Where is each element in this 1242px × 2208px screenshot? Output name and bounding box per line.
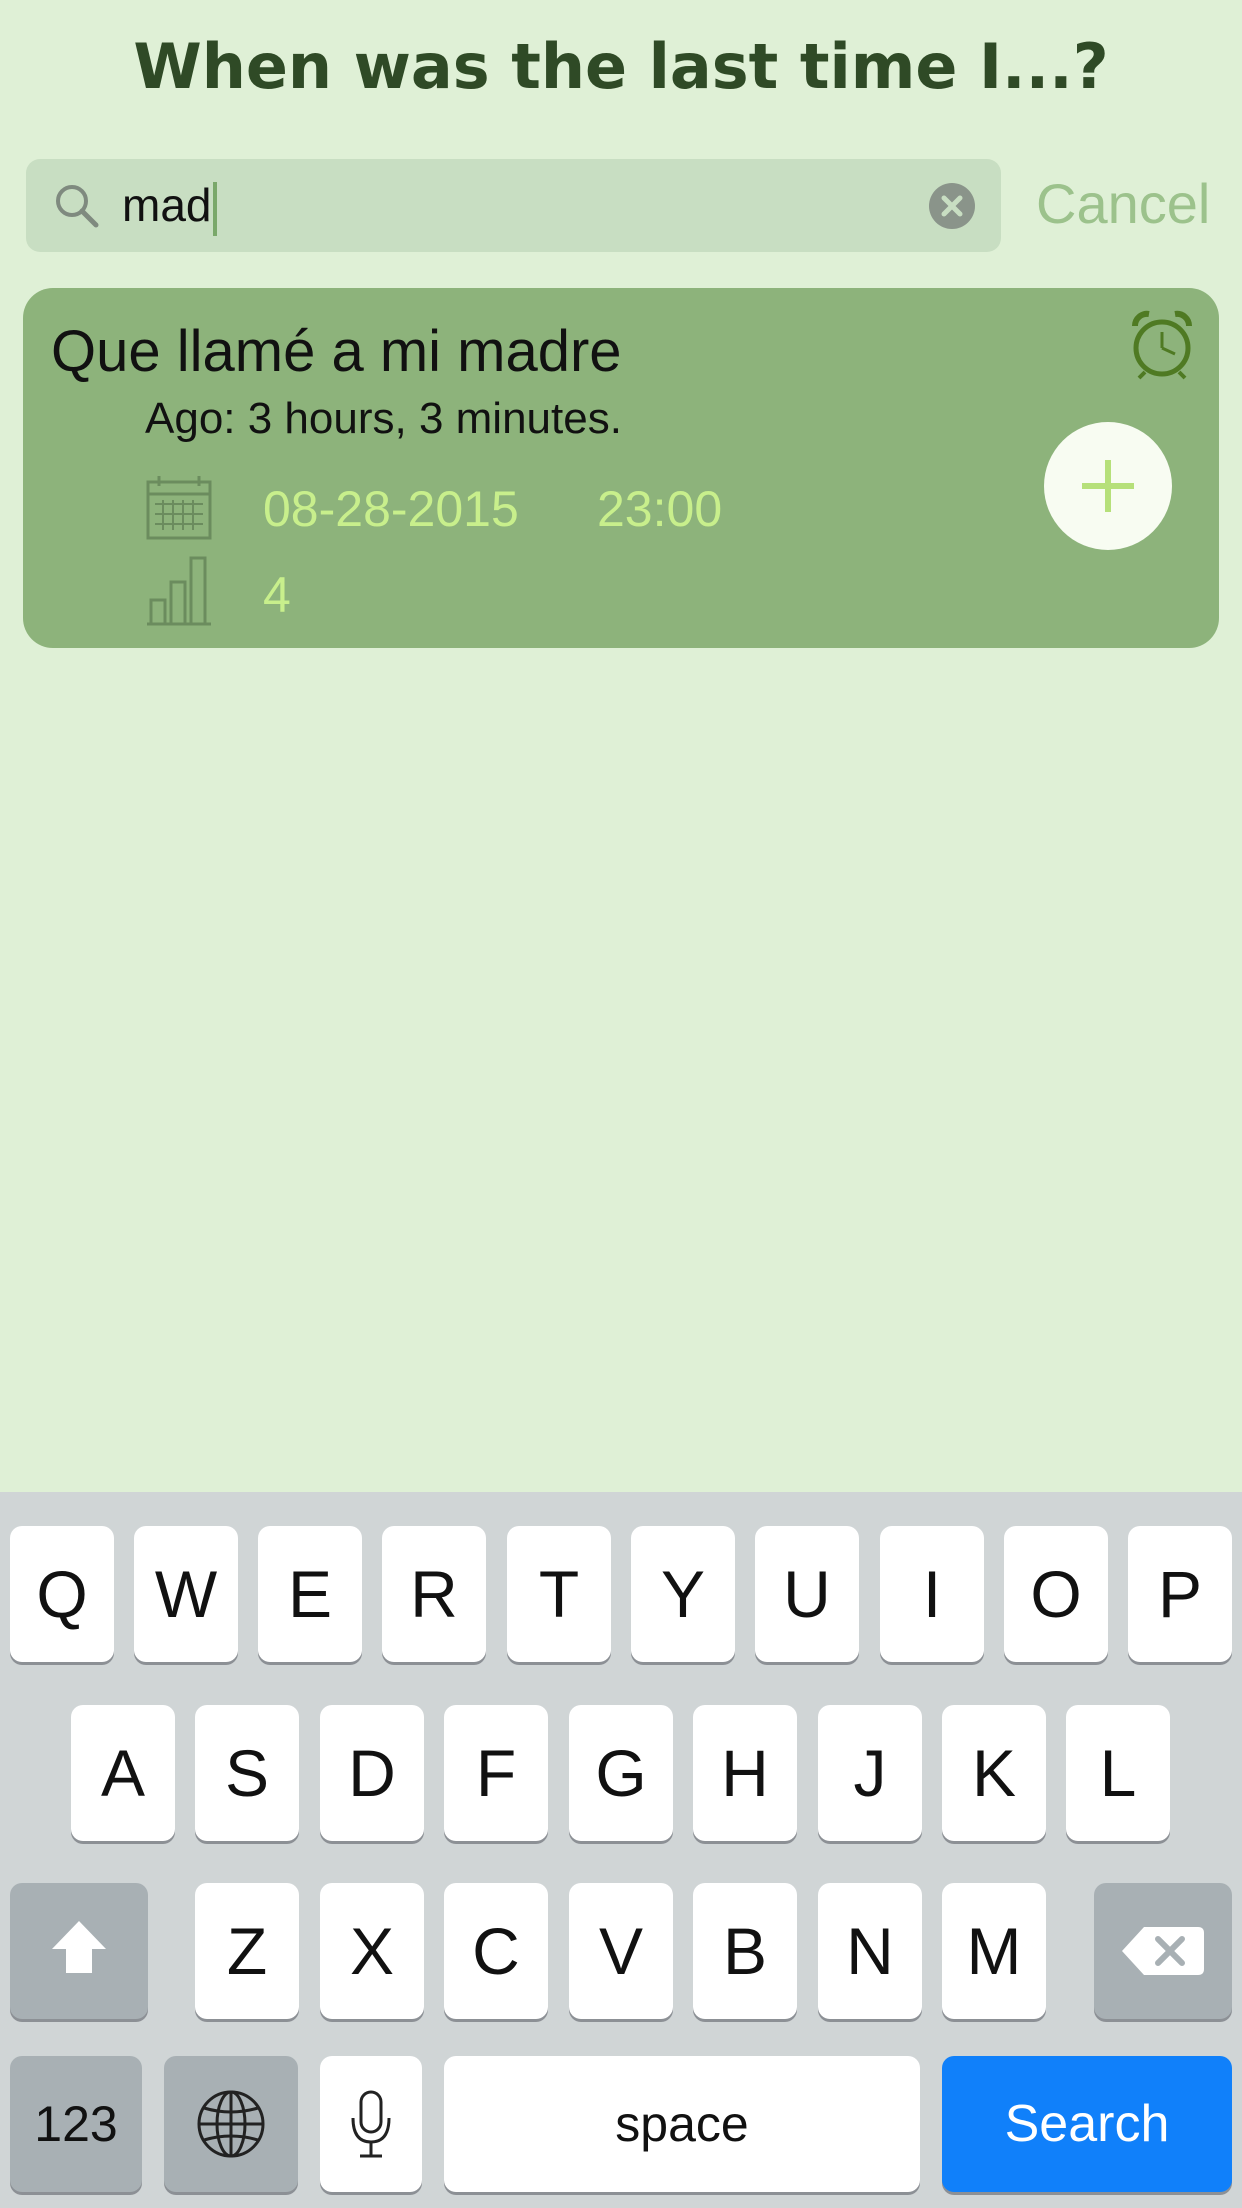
key-g[interactable]: G	[569, 1705, 673, 1841]
alarm-clock-icon[interactable]	[1129, 310, 1195, 380]
event-title: Que llamé a mi madre	[51, 319, 622, 384]
page-title: When was the last time I...?	[133, 30, 1109, 103]
key-i[interactable]: I	[880, 1526, 984, 1662]
add-occurrence-button[interactable]	[1044, 422, 1172, 550]
event-date: 08-28-2015	[263, 481, 519, 537]
clear-search-button[interactable]	[929, 183, 975, 229]
key-z[interactable]: Z	[195, 1883, 299, 2019]
key-a[interactable]: A	[71, 1705, 175, 1841]
key-h[interactable]: H	[693, 1705, 797, 1841]
globe-key[interactable]	[164, 2056, 298, 2192]
shift-key[interactable]	[10, 1883, 148, 2019]
key-m[interactable]: M	[942, 1883, 1046, 2019]
key-w[interactable]: W	[134, 1526, 238, 1662]
elapsed-time: Ago: 3 hours, 3 minutes.	[145, 394, 622, 443]
result-card[interactable]: Que llamé a mi madre Ago: 3 hours, 3 min…	[23, 288, 1219, 648]
microphone-key[interactable]	[320, 2056, 422, 2192]
microphone-icon	[351, 2090, 391, 2158]
key-e[interactable]: E	[258, 1526, 362, 1662]
text-caret	[213, 181, 218, 236]
key-c[interactable]: C	[444, 1883, 548, 2019]
key-j[interactable]: J	[818, 1705, 922, 1841]
keyboard: Q W E R T Y U I O P A S D F G H J K L Z …	[0, 1492, 1242, 2208]
key-x[interactable]: X	[320, 1883, 424, 2019]
key-u[interactable]: U	[755, 1526, 859, 1662]
key-d[interactable]: D	[320, 1705, 424, 1841]
globe-icon	[197, 2090, 265, 2158]
cancel-button[interactable]: Cancel	[1036, 168, 1210, 240]
event-count: 4	[263, 567, 291, 623]
numbers-key[interactable]: 123	[10, 2056, 142, 2192]
space-key[interactable]: space	[444, 2056, 920, 2192]
key-n[interactable]: N	[818, 1883, 922, 2019]
key-b[interactable]: B	[693, 1883, 797, 2019]
shift-icon	[52, 1921, 106, 1973]
key-v[interactable]: V	[569, 1883, 673, 2019]
key-p[interactable]: P	[1128, 1526, 1232, 1662]
key-l[interactable]: L	[1066, 1705, 1170, 1841]
backspace-icon	[1122, 1927, 1204, 1975]
search-input[interactable]: mad	[122, 175, 218, 236]
key-s[interactable]: S	[195, 1705, 299, 1841]
calendar-icon	[146, 476, 212, 540]
search-bar[interactable]: mad	[26, 159, 1001, 252]
stats-icon	[147, 556, 211, 626]
key-k[interactable]: K	[942, 1705, 1046, 1841]
search-icon	[56, 185, 99, 228]
key-y[interactable]: Y	[631, 1526, 735, 1662]
backspace-key[interactable]	[1094, 1883, 1232, 2019]
key-t[interactable]: T	[507, 1526, 611, 1662]
key-f[interactable]: F	[444, 1705, 548, 1841]
search-key[interactable]: Search	[942, 2056, 1232, 2192]
key-r[interactable]: R	[382, 1526, 486, 1662]
key-o[interactable]: O	[1004, 1526, 1108, 1662]
event-time: 23:00	[597, 481, 723, 537]
plus-icon	[1082, 460, 1134, 512]
clear-icon	[941, 195, 963, 217]
key-q[interactable]: Q	[10, 1526, 114, 1662]
